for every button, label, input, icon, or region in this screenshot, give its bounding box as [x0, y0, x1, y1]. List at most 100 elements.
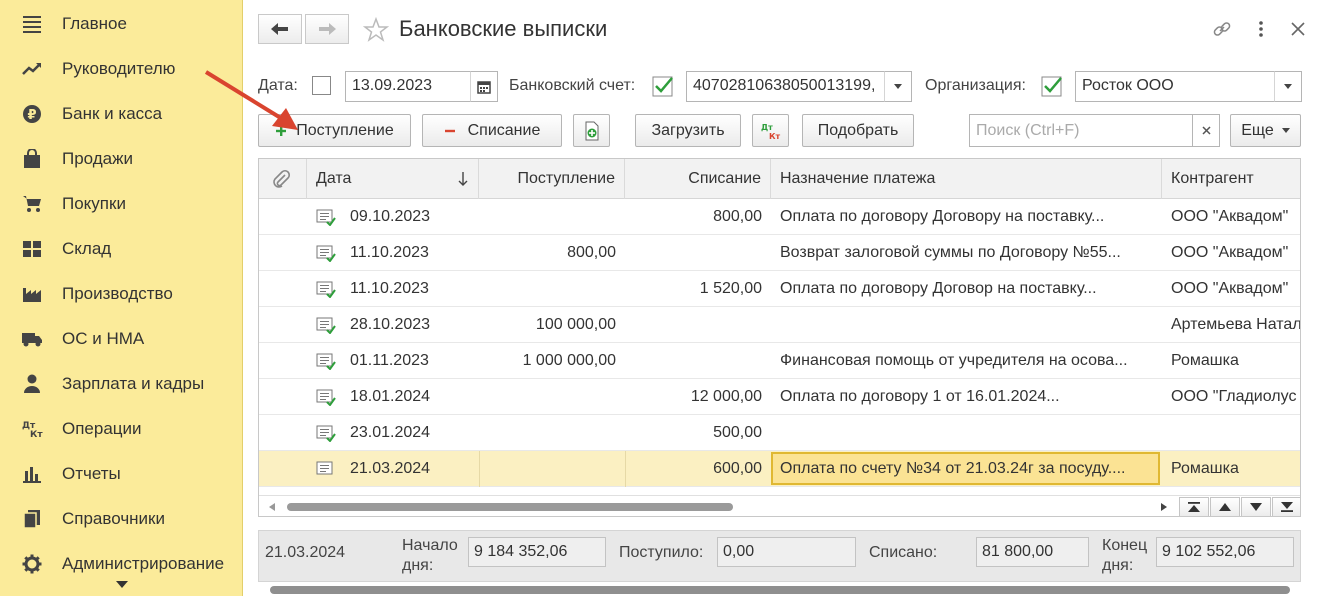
forward-button[interactable]: [305, 14, 349, 44]
organization-field[interactable]: Росток ООО: [1075, 71, 1275, 102]
page-down-button[interactable]: [1241, 497, 1271, 516]
scrollbar-thumb[interactable]: [270, 586, 1290, 594]
attachment-column-header[interactable]: [259, 159, 307, 199]
sidebar-item-operations[interactable]: Дт Кт Операции: [0, 408, 243, 450]
cell-expense: [625, 343, 771, 379]
page-up-button[interactable]: [1210, 497, 1240, 516]
column-header-expense[interactable]: Списание: [625, 159, 771, 199]
cell-expense: 800,00: [713, 208, 762, 225]
sidebar-item-reports[interactable]: Отчеты: [0, 453, 243, 495]
svg-text:₽: ₽: [27, 108, 36, 123]
column-header-income[interactable]: Поступление: [479, 159, 625, 199]
sidebar-item-salary[interactable]: Зарплата и кадры: [0, 363, 243, 405]
sidebar-item-purchases[interactable]: Покупки: [0, 183, 243, 225]
load-button[interactable]: Загрузить: [635, 114, 741, 147]
scrollbar-thumb[interactable]: [287, 503, 733, 511]
sidebar-item-warehouse[interactable]: Склад: [0, 228, 243, 270]
chevron-down-icon: [1284, 84, 1292, 89]
back-button[interactable]: [258, 14, 302, 44]
search-input[interactable]: Поиск (Ctrl+F): [969, 114, 1193, 147]
search-clear-button[interactable]: [1193, 114, 1220, 147]
cell-purpose: [771, 307, 1162, 343]
cell-date: 21.03.2024: [350, 460, 431, 477]
organization-dropdown-button[interactable]: [1274, 71, 1302, 102]
cell-date: 11.10.2023: [350, 244, 429, 261]
bank-account-field[interactable]: 40702810638050013199,: [686, 71, 885, 102]
column-label: Дата: [316, 170, 352, 187]
table-row[interactable]: 18.01.2024 12 000,00 Оплата по договору 1 …: [259, 379, 1300, 415]
dt-kt-button[interactable]: Дт Кт: [752, 114, 789, 147]
go-to-first-button[interactable]: [1179, 497, 1209, 516]
sidebar-item-assets[interactable]: ОС и НМА: [0, 318, 243, 360]
sidebar-item-main[interactable]: Главное: [0, 3, 243, 45]
horizontal-scrollbar[interactable]: [259, 495, 1300, 516]
create-copy-button[interactable]: [573, 114, 610, 147]
sidebar-item-bank[interactable]: ₽ Банк и касса: [0, 93, 243, 135]
sidebar: Главное Руководителю ₽ Банк и касса Прод…: [0, 0, 243, 596]
triangle-down-icon: [1250, 503, 1262, 511]
table-row[interactable]: 11.10.2023 800,00 Возврат залоговой суммы …: [259, 235, 1300, 271]
sidebar-item-label: Администрирование: [62, 554, 225, 573]
shopping-bag-icon: [21, 148, 43, 170]
checkmark-icon: [1041, 76, 1062, 97]
cell-income: [479, 379, 625, 415]
document-posted-icon: [316, 281, 336, 298]
cell-income: [479, 199, 625, 235]
cell-purpose: Возврат залоговой суммы по Договору №55.…: [780, 244, 1121, 261]
document-posted-icon: [316, 425, 336, 442]
sidebar-item-label: Покупки: [62, 194, 126, 213]
cell-purpose: [771, 415, 1162, 451]
scroll-left-icon: [269, 503, 275, 511]
add-expense-button[interactable]: Списание: [422, 114, 562, 147]
sidebar-item-catalogs[interactable]: Справочники: [0, 498, 243, 540]
add-income-button[interactable]: Поступление: [258, 114, 411, 147]
first-page-icon: [1188, 502, 1200, 512]
table-row[interactable]: 01.11.2023 1 000 000,00 Финансовая помощь …: [259, 343, 1300, 379]
column-header-purpose[interactable]: Назначение платежа: [771, 159, 1162, 199]
column-header-date[interactable]: Дата: [307, 159, 479, 199]
plus-icon: [276, 125, 287, 136]
more-label: Еще: [1241, 121, 1274, 139]
start-of-day-label: Начало дня:: [402, 537, 458, 574]
date-checkbox[interactable]: [312, 76, 331, 95]
cell-counterparty: Артемьева Натал: [1171, 316, 1301, 333]
close-icon[interactable]: [1287, 18, 1309, 40]
books-icon: [21, 508, 43, 530]
start-of-day-value: 9 184 352,06: [468, 537, 606, 567]
trend-icon: [21, 58, 43, 80]
calendar-button[interactable]: [470, 71, 498, 102]
link-icon[interactable]: [1211, 18, 1233, 40]
more-vertical-icon[interactable]: [1250, 18, 1272, 40]
account-checkbox-checked[interactable]: [652, 75, 674, 97]
dt-kt-icon: ДтКт: [21, 418, 43, 440]
document-posted-icon: [316, 389, 336, 406]
cell-income: [479, 415, 625, 451]
sidebar-item-label: Руководителю: [62, 59, 176, 78]
arrow-left-icon: [271, 23, 288, 35]
cell-expense: 500,00: [713, 424, 762, 441]
more-button[interactable]: Еще: [1230, 114, 1301, 147]
table-row[interactable]: 11.10.2023 1 520,00 Оплата по договору Дог…: [259, 271, 1300, 307]
sidebar-item-sales[interactable]: Продажи: [0, 138, 243, 180]
table-row[interactable]: 28.10.2023 100 000,00 Артемьева Натал: [259, 307, 1301, 343]
go-to-last-button[interactable]: [1272, 497, 1300, 516]
table-row[interactable]: 21.03.2024 600,00 Оплата по счету №34 от 2…: [259, 451, 1300, 487]
star-favorite-icon[interactable]: [362, 16, 390, 43]
select-button[interactable]: Подобрать: [802, 114, 914, 147]
sidebar-item-label: Операции: [62, 419, 142, 438]
sidebar-item-production[interactable]: Производство: [0, 273, 243, 315]
cell-purpose: Оплата по договору Договор на поставку..…: [780, 280, 1097, 297]
sidebar-item-label: Отчеты: [62, 464, 121, 483]
date-field[interactable]: 13.09.2023: [345, 71, 471, 102]
organization-checkbox-checked[interactable]: [1041, 75, 1063, 97]
svg-text:Дт: Дт: [761, 123, 773, 132]
table-row[interactable]: 09.10.2023 800,00 Оплата по договору Догов…: [259, 199, 1300, 235]
sidebar-scroll-down-button[interactable]: [0, 574, 243, 596]
sidebar-item-manager[interactable]: Руководителю: [0, 48, 243, 90]
page-horizontal-scrollbar[interactable]: [258, 586, 1301, 594]
column-header-counterparty[interactable]: Контрагент: [1162, 159, 1300, 199]
account-dropdown-button[interactable]: [884, 71, 912, 102]
table-row[interactable]: 23.01.2024 500,00: [259, 415, 1300, 451]
cell-expense: 600,00: [713, 460, 762, 477]
cell-date: 23.01.2024: [350, 424, 431, 441]
